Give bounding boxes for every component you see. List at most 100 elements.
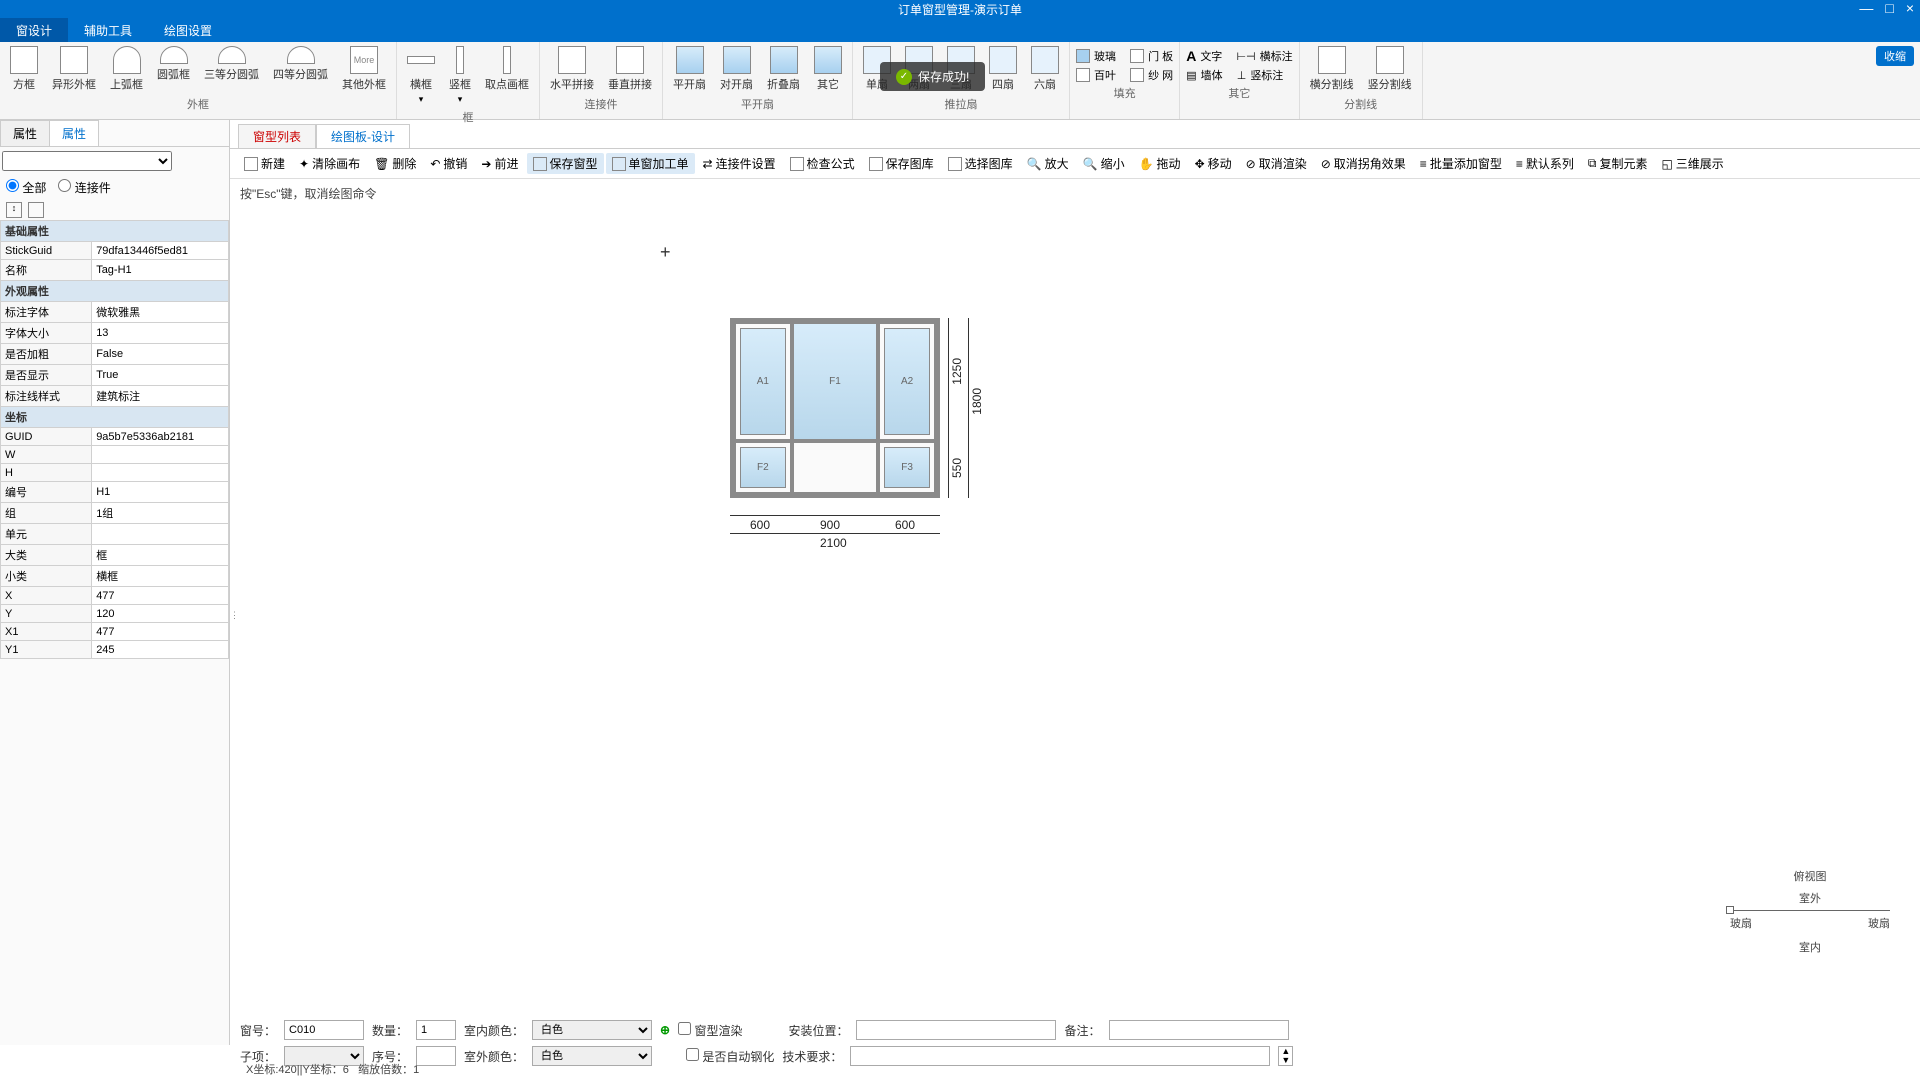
sort-icon[interactable]: ↕	[6, 202, 22, 218]
auto-steel-checkbox[interactable]: 是否自动钢化	[686, 1048, 774, 1065]
dim-w1: 600	[750, 518, 770, 532]
outframe-arc[interactable]: 圆弧框	[153, 44, 194, 94]
tb-delete[interactable]: 🗑删除	[368, 153, 422, 174]
grid-icon[interactable]	[28, 202, 44, 218]
group-casement-label: 平开扇	[741, 96, 774, 112]
tb-copy[interactable]: ⧉复制元素	[1582, 153, 1654, 174]
menu-draw-settings[interactable]: 绘图设置	[148, 18, 228, 42]
split-v[interactable]: 竖分割线	[1364, 44, 1416, 94]
lib-save-icon	[869, 157, 883, 171]
tb-save-lib[interactable]: 保存图库	[863, 153, 940, 174]
casement-single[interactable]: 平开扇	[669, 44, 710, 94]
hframe[interactable]: 横框▾	[403, 44, 439, 107]
crosshair-cursor: +	[660, 242, 671, 263]
tb-conn-settings[interactable]: ⇄连接件设置	[697, 153, 782, 174]
vframe[interactable]: 竖框▾	[445, 44, 475, 107]
anno-wall[interactable]: ▤墙体 ⊥竖标注	[1186, 67, 1292, 83]
tb-zoomin[interactable]: 🔍放大	[1021, 153, 1075, 174]
tb-cancel-corner[interactable]: ⊘取消拐角效果	[1315, 153, 1412, 174]
group-fill-label: 填充	[1114, 85, 1136, 101]
group-split-label: 分割线	[1344, 96, 1377, 112]
inner-color-select[interactable]: 白色	[532, 1020, 652, 1040]
redo-icon: ➔	[481, 157, 491, 171]
hjoin[interactable]: 水平拼接	[546, 44, 598, 94]
remark-input[interactable]	[1109, 1020, 1289, 1040]
status-bar: X坐标:420||Y坐标：6 缩放倍数：1	[240, 1058, 425, 1080]
outframe-arc4[interactable]: 四等分圆弧	[269, 44, 332, 94]
anno-text[interactable]: A文字 ⊢⊣横标注	[1186, 48, 1292, 64]
splitter[interactable]: ⋮	[230, 175, 236, 1044]
tech-input[interactable]	[850, 1046, 1270, 1066]
fill-blinds[interactable]: 百叶 纱 网	[1076, 67, 1173, 83]
casement-double[interactable]: 对开扇	[716, 44, 757, 94]
cancel-icon: ⊘	[1246, 157, 1256, 171]
zoomin-icon: 🔍	[1027, 157, 1042, 171]
qty-label: 数量：	[372, 1022, 408, 1039]
point-frame[interactable]: 取点画框	[481, 44, 533, 107]
save-success-toast: ✓ 保存成功!	[880, 62, 985, 91]
outframe-irregular[interactable]: 异形外框	[48, 44, 100, 94]
cancel-icon: ⊘	[1321, 157, 1331, 171]
dim-h1: 1250	[950, 358, 964, 385]
vjoin[interactable]: 垂直拼接	[604, 44, 656, 94]
left-dropdown[interactable]	[2, 151, 172, 171]
spinner-icon[interactable]: ▲▼	[1278, 1046, 1293, 1066]
qty-input[interactable]	[416, 1020, 456, 1040]
outframe-arc3[interactable]: 三等分圆弧	[200, 44, 263, 94]
casement-other[interactable]: 其它	[810, 44, 846, 94]
tb-default-series[interactable]: ≡默认系列	[1510, 153, 1580, 174]
install-input[interactable]	[856, 1020, 1056, 1040]
remark-label: 备注：	[1064, 1022, 1100, 1039]
tab-window-list[interactable]: 窗型列表	[238, 124, 316, 148]
tb-pan[interactable]: ✋拖动	[1133, 153, 1187, 174]
slide-4[interactable]: 四扇	[985, 44, 1021, 94]
ribbon-collapse-button[interactable]: 收缩	[1876, 46, 1914, 66]
outframe-square[interactable]: 方框	[6, 44, 42, 94]
minimize-icon[interactable]: —	[1859, 0, 1873, 16]
tb-select-lib[interactable]: 选择图库	[942, 153, 1019, 174]
menu-aux[interactable]: 辅助工具	[68, 18, 148, 42]
tb-save[interactable]: 保存窗型	[527, 153, 604, 174]
save-icon	[533, 157, 547, 171]
tb-clear[interactable]: ✦清除画布	[293, 153, 366, 174]
tb-redo[interactable]: ➔前进	[475, 153, 524, 174]
tb-undo[interactable]: ↶撤销	[424, 153, 473, 174]
copy-icon: ⧉	[1588, 156, 1597, 171]
move-icon: ✥	[1195, 157, 1205, 171]
tb-zoomout[interactable]: 🔍缩小	[1077, 153, 1131, 174]
close-icon[interactable]: ×	[1906, 0, 1914, 16]
tb-move[interactable]: ✥移动	[1189, 153, 1238, 174]
render-checkbox[interactable]: 窗型渲染	[678, 1022, 742, 1039]
drawing-canvas[interactable]: A1 F1 A2 F2 F3 600 900 600 2100	[230, 208, 1920, 1045]
fill-glass[interactable]: 玻璃 门 板	[1076, 48, 1173, 64]
add-color-icon[interactable]: ⊕	[660, 1023, 670, 1037]
left-tab-props2[interactable]: 属性	[49, 120, 99, 146]
tb-check-formula[interactable]: 检查公式	[784, 153, 861, 174]
dim-h2: 550	[950, 458, 964, 478]
radio-all[interactable]: 全部	[6, 179, 46, 196]
tb-batch-add[interactable]: ≡批量添加窗型	[1414, 153, 1508, 174]
formula-icon	[790, 157, 804, 171]
group-slide-label: 推拉扇	[945, 96, 978, 112]
slide-6[interactable]: 六扇	[1027, 44, 1063, 94]
outer-color-select[interactable]: 白色	[532, 1046, 652, 1066]
tb-cancel-render[interactable]: ⊘取消渲染	[1240, 153, 1313, 174]
group-outframe-label: 外框	[187, 96, 209, 112]
menu-design[interactable]: 窗设计	[0, 18, 68, 42]
tb-worksheet[interactable]: 单窗加工单	[606, 153, 695, 174]
left-tab-props[interactable]: 属性	[0, 120, 50, 146]
split-h[interactable]: 横分割线	[1306, 44, 1358, 94]
tb-3d[interactable]: ◱三维展示	[1655, 153, 1729, 174]
property-table: 基础属性 StickGuid79dfa13446f5ed81 名称Tag-H1 …	[0, 220, 229, 659]
window-id-input[interactable]	[284, 1020, 364, 1040]
outframe-toparc[interactable]: 上弧框	[106, 44, 147, 94]
install-label: 安装位置：	[788, 1022, 848, 1039]
maximize-icon[interactable]: □	[1885, 0, 1893, 16]
casement-fold[interactable]: 折叠扇	[763, 44, 804, 94]
tb-new[interactable]: 新建	[238, 153, 291, 174]
radio-connector[interactable]: 连接件	[58, 179, 110, 196]
outframe-other[interactable]: More其他外框	[338, 44, 390, 94]
sheet-icon	[612, 157, 626, 171]
outer-color-label: 室外颜色：	[464, 1048, 524, 1065]
tab-design[interactable]: 绘图板-设计	[316, 124, 410, 148]
